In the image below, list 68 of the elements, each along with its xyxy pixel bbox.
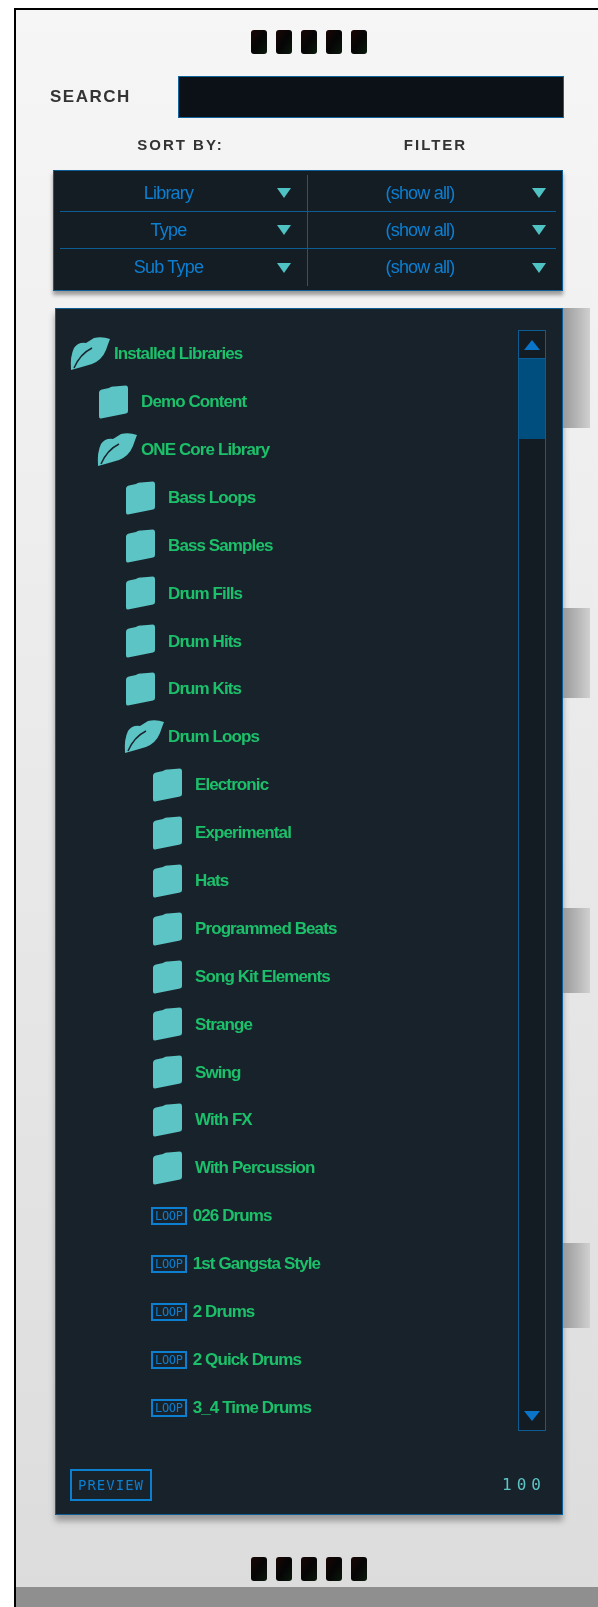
tree-item[interactable]: Drum Kits: [168, 676, 242, 702]
search-field[interactable]: [178, 76, 564, 118]
tree-item[interactable]: Drum Hits: [168, 628, 242, 655]
tree-item[interactable]: Drum Fills: [168, 580, 243, 607]
loop-badge: LOOP: [151, 1206, 187, 1225]
folder-icon: [151, 959, 183, 994]
dropdown-arrow-icon: [277, 225, 291, 235]
tree-item[interactable]: Hats: [195, 868, 229, 894]
folder-icon: [124, 624, 156, 659]
tree-item[interactable]: Strange: [195, 1011, 252, 1038]
scroll-thumb[interactable]: [519, 359, 545, 439]
folder-icon: [151, 1151, 183, 1186]
folder-icon: [151, 911, 183, 946]
sort-dropdown[interactable]: Type: [60, 212, 308, 248]
preview-button[interactable]: PREVIEW: [70, 1469, 152, 1501]
loop-badge: LOOP: [151, 1254, 187, 1273]
grip-handle[interactable]: [251, 1557, 367, 1581]
open-folder-icon: [70, 335, 112, 372]
dropdown-arrow-icon: [532, 188, 546, 198]
tree-item[interactable]: Song Kit Elements: [195, 963, 330, 990]
tree-item[interactable]: Swing: [195, 1059, 241, 1086]
sort-dropdown[interactable]: Sub Type: [60, 249, 308, 286]
folder-icon: [124, 480, 156, 515]
grip-handle[interactable]: [251, 30, 367, 54]
sort-by-label: SORT BY:: [136, 134, 225, 155]
folder-icon: [124, 528, 156, 563]
tree-item[interactable]: Experimental: [195, 820, 291, 846]
filter-dropdown[interactable]: (show all): [308, 249, 556, 286]
tree-item[interactable]: Drum Loops: [168, 724, 260, 750]
tree-item[interactable]: 1st Gangsta Style: [192, 1251, 321, 1277]
tree-item[interactable]: 3_4 Time Drums: [192, 1394, 312, 1421]
tree-item[interactable]: Demo Content: [141, 389, 247, 415]
tree-item[interactable]: Installed Libraries: [114, 341, 243, 367]
open-folder-icon: [97, 431, 139, 468]
tree-item[interactable]: 2 Drums: [192, 1299, 255, 1325]
filter-label: FILTER: [402, 134, 469, 155]
loop-badge: LOOP: [151, 1302, 187, 1321]
folder-icon: [151, 1103, 183, 1138]
folder-icon: [151, 863, 183, 898]
loop-badge: LOOP: [151, 1398, 187, 1417]
tree-item[interactable]: Programmed Beats: [195, 915, 337, 942]
folder-icon: [151, 767, 183, 802]
tree-item[interactable]: Bass Loops: [168, 484, 256, 511]
filter-dropdown[interactable]: (show all): [308, 212, 556, 248]
sort-dropdown[interactable]: Library: [60, 175, 308, 211]
folder-icon: [124, 672, 156, 707]
filter-dropdown[interactable]: (show all): [308, 175, 556, 211]
tree-item[interactable]: With FX: [195, 1107, 252, 1133]
volume-readout: 100: [502, 1474, 546, 1496]
dropdown-arrow-icon: [532, 262, 546, 273]
folder-icon: [124, 576, 156, 611]
tree-item[interactable]: 2 Quick Drums: [192, 1346, 301, 1373]
folder-icon: [97, 384, 129, 419]
scrollbar[interactable]: [518, 330, 546, 1431]
tree-item[interactable]: 026 Drums: [192, 1203, 272, 1229]
dropdown-arrow-icon: [277, 262, 291, 273]
loop-badge: LOOP: [151, 1350, 187, 1369]
tree-item[interactable]: ONE Core Library: [141, 436, 270, 463]
dropdown-arrow-icon: [277, 188, 291, 198]
dropdown-arrow-icon: [532, 225, 546, 235]
folder-icon: [151, 815, 183, 850]
tree-item[interactable]: Electronic: [195, 772, 269, 798]
open-folder-icon: [124, 719, 166, 756]
folder-icon: [151, 1055, 183, 1090]
tree-item[interactable]: With Percussion: [195, 1155, 315, 1181]
search-label: SEARCH: [50, 86, 132, 109]
folder-icon: [151, 1007, 183, 1042]
tree-item[interactable]: Bass Samples: [168, 532, 273, 559]
